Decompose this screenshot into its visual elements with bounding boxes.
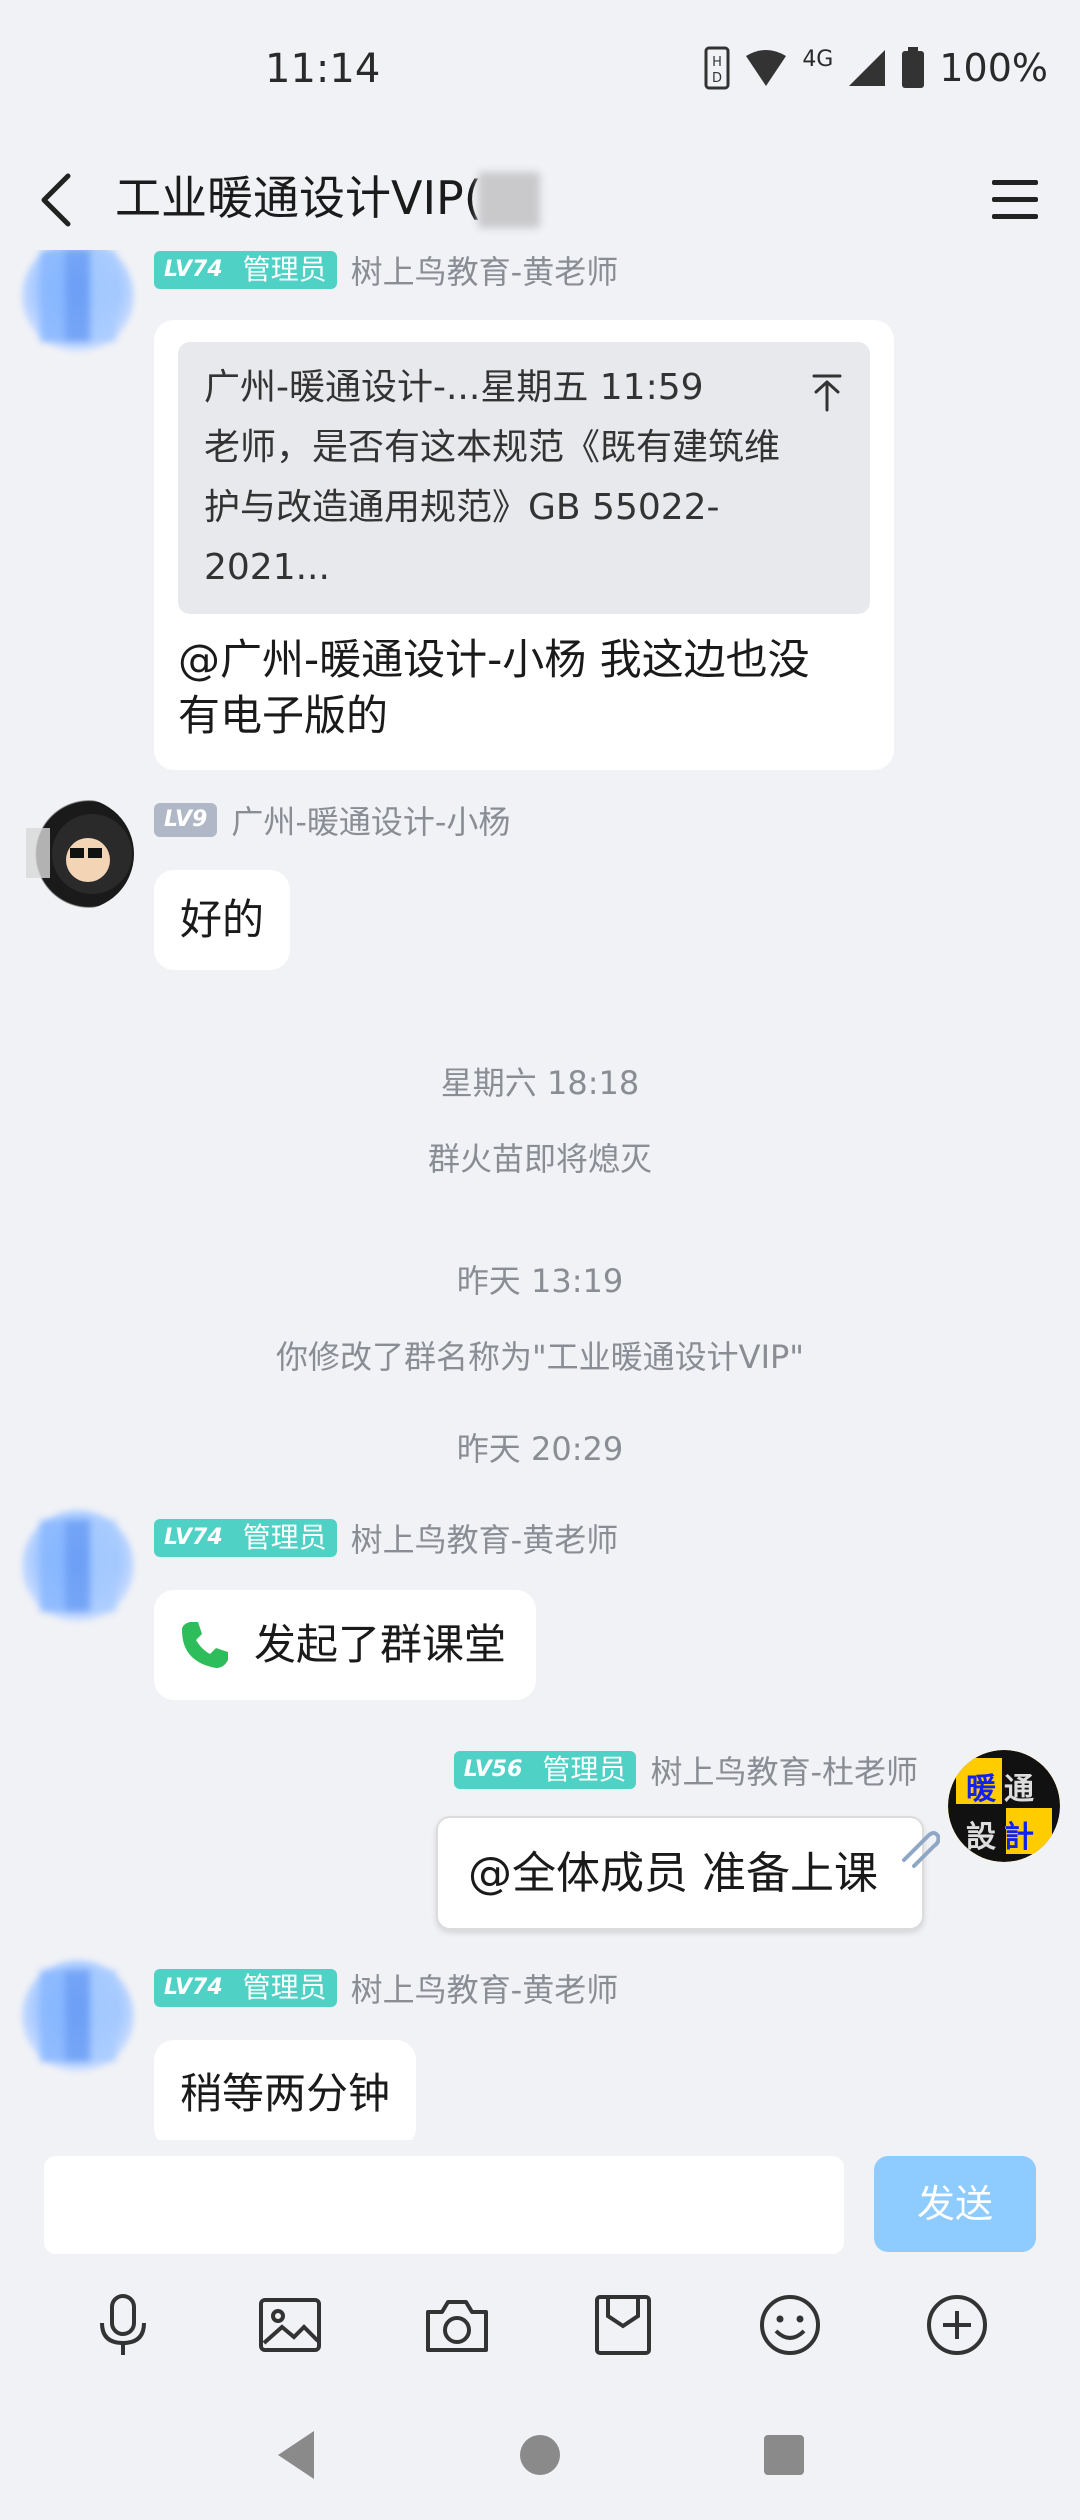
hd-icon: HD: [704, 46, 730, 90]
phone-icon: [182, 1622, 228, 1668]
avatar[interactable]: [22, 250, 134, 352]
emoji-icon[interactable]: [755, 2290, 825, 2360]
message-text: 发起了群课堂: [254, 1620, 507, 1669]
avatar-logo-text: 暖通: [966, 1772, 1042, 1807]
avatar[interactable]: 暖通 設計: [948, 1750, 1060, 1862]
input-bar: 发送: [0, 2140, 1080, 2260]
sender-name: 树上鸟教育-黄老师: [350, 253, 619, 291]
admin-badge: 管理员: [232, 251, 337, 289]
status-icons: HD 4G 100%: [704, 46, 1048, 90]
sender-line: LV74 管理员 树上鸟教育-黄老师: [154, 1968, 619, 2009]
avatar[interactable]: [22, 1510, 134, 1622]
timestamp: 昨天 20:29: [456, 1430, 624, 1468]
signal-icon: [849, 50, 886, 86]
system-nav-bar: [0, 2390, 1080, 2520]
message-bubble[interactable]: 好的: [154, 870, 291, 970]
message-text: 有电子版的: [178, 691, 389, 740]
level-badge: LV74: [154, 251, 233, 289]
network-type: 4G: [802, 46, 834, 72]
avatar[interactable]: [22, 1960, 134, 2072]
level-badge: LV9: [154, 803, 218, 837]
status-bar: 11:14 HD 4G 100%: [0, 0, 1080, 150]
nav-back-icon[interactable]: [274, 2429, 318, 2481]
svg-text:D: D: [712, 71, 722, 86]
camera-icon[interactable]: [422, 2290, 492, 2360]
timestamp: 昨天 13:19: [456, 1262, 624, 1300]
chat-header: 工业暖通设计VIP(: [0, 150, 1080, 250]
message-bubble-note-style[interactable]: @全体成员 准备上课: [436, 1816, 940, 1930]
admin-badge: 管理员: [232, 1969, 337, 2007]
sender-name: 树上鸟教育-杜老师: [650, 1753, 918, 1791]
level-badge: LV74: [154, 1969, 233, 2007]
plus-icon[interactable]: [922, 2290, 992, 2360]
group-class-bubble[interactable]: 发起了群课堂: [154, 1590, 536, 1700]
menu-icon[interactable]: [990, 172, 1040, 226]
quote-time: 星期五 11:59: [480, 367, 704, 408]
message-text: 好的: [180, 895, 265, 944]
system-notice: 群火苗即将熄灭: [427, 1140, 652, 1178]
chat-title: 工业暖通设计VIP(: [115, 171, 482, 225]
sender-name: 树上鸟教育-黄老师: [350, 1521, 619, 1559]
sender-line: LV74 管理员 树上鸟教育-黄老师: [154, 250, 619, 291]
back-arrow-icon[interactable]: [32, 170, 84, 230]
paperclip-icon: [902, 1831, 940, 1868]
folder-icon[interactable]: [588, 2290, 658, 2360]
system-notice: 你修改了群名称为"工业暖通设计VIP": [275, 1338, 805, 1376]
sender-name: 树上鸟教育-黄老师: [350, 1971, 619, 2009]
title-redaction: [478, 172, 540, 228]
message-list[interactable]: LV74 管理员 树上鸟教育-黄老师 广州-暖通设计-...星期五 11:59 …: [0, 250, 1080, 2140]
level-badge: LV74: [154, 1519, 233, 1557]
avatar-cartoon-icon: [26, 814, 132, 894]
battery-icon: [902, 47, 925, 88]
send-button[interactable]: 发送: [874, 2156, 1036, 2252]
wifi-icon: [746, 50, 787, 86]
message-bubble[interactable]: 稍等两分钟: [154, 2040, 417, 2140]
quote-line: 老师，是否有这本规范《既有建筑维: [204, 427, 781, 468]
sender-line: LV74 管理员 树上鸟教育-黄老师: [154, 1518, 619, 1559]
quoted-message[interactable]: 广州-暖通设计-...星期五 11:59 老师，是否有这本规范《既有建筑维 护与…: [178, 342, 870, 614]
admin-badge: 管理员: [232, 1519, 337, 1557]
message-text: @广州-暖通设计-小杨 我这边也没: [178, 635, 810, 684]
sender-line: LV56 管理员 树上鸟教育-杜老师: [453, 1750, 918, 1791]
sender-name: 广州-暖通设计-小杨: [231, 803, 511, 841]
message-input[interactable]: [44, 2156, 844, 2254]
avatar[interactable]: [22, 798, 134, 910]
level-badge: LV56: [453, 1751, 533, 1789]
quote-sender: 广州-暖通设计-...: [204, 367, 481, 408]
quote-line: 护与改造通用规范》GB 55022-2021...: [204, 487, 720, 588]
battery-level: 100%: [939, 46, 1048, 90]
nav-home-icon[interactable]: [518, 2433, 562, 2477]
sender-line: LV9 广州-暖通设计-小杨: [154, 800, 511, 841]
nav-recents-icon[interactable]: [762, 2433, 806, 2477]
jump-to-quote-icon[interactable]: [810, 372, 844, 412]
svg-text:H: H: [712, 55, 722, 70]
message-text: @全体成员 准备上课: [468, 1848, 878, 1899]
message-bubble[interactable]: 广州-暖通设计-...星期五 11:59 老师，是否有这本规范《既有建筑维 护与…: [154, 320, 894, 770]
input-toolbar: [0, 2260, 1080, 2390]
message-text: 稍等两分钟: [180, 2069, 391, 2118]
timestamp: 星期六 18:18: [440, 1064, 640, 1102]
image-icon[interactable]: [255, 2290, 325, 2360]
mic-icon[interactable]: [88, 2290, 158, 2360]
admin-badge: 管理员: [532, 1751, 637, 1789]
status-time: 11:14: [265, 46, 381, 92]
avatar-logo-text: 設計: [966, 1820, 1042, 1855]
